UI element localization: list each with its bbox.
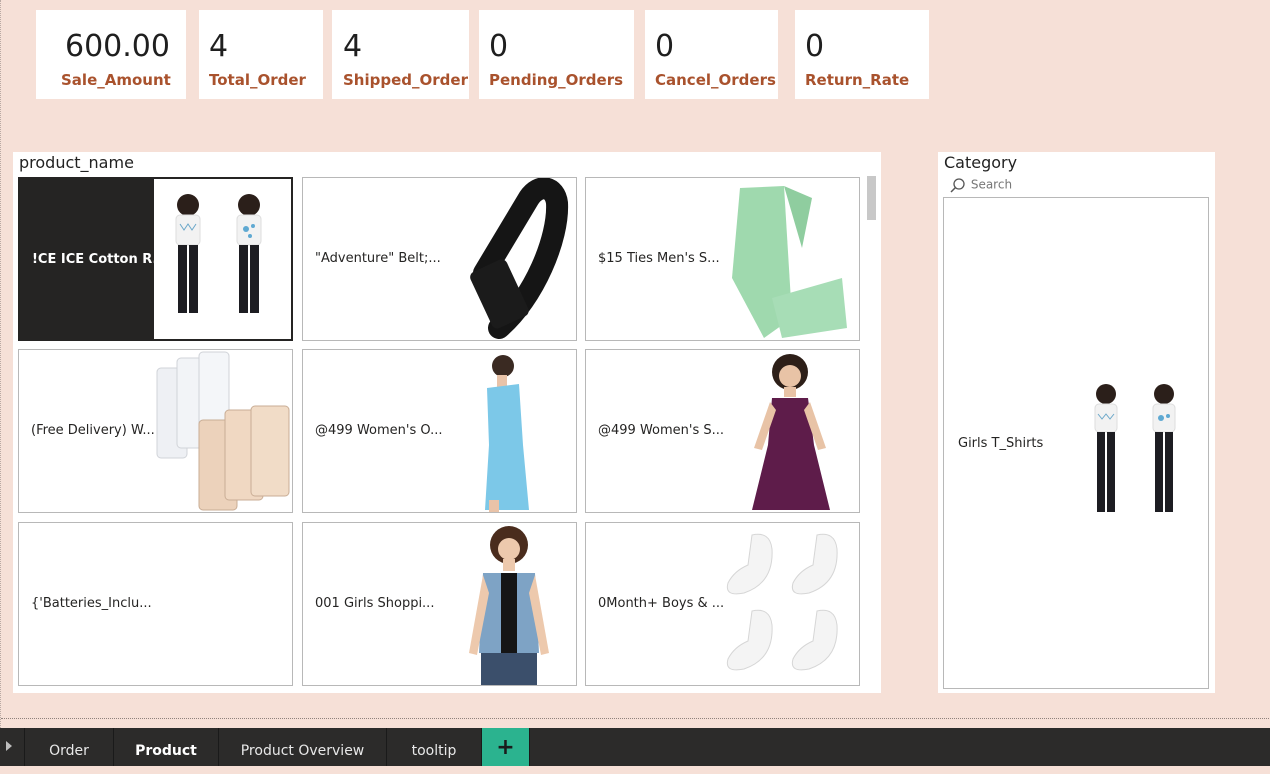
panel-title: product_name xyxy=(19,153,134,172)
product-tile-label: @499 Women's S... xyxy=(598,423,725,438)
product-tile-label: "Adventure" Belt;... xyxy=(315,251,441,266)
panel-title: Category xyxy=(944,153,1018,172)
tab-product[interactable]: Product xyxy=(114,728,219,766)
girls-tshirt-photo xyxy=(154,179,291,339)
category-search[interactable]: Search xyxy=(949,177,1012,193)
canvas-boundary xyxy=(1,718,1270,719)
kpi-card-pending-orders[interactable]: 0 Pending_Orders xyxy=(479,10,634,99)
kpi-value: 4 xyxy=(209,29,229,64)
white-socks-photo xyxy=(722,523,859,685)
report-canvas: 600.00 Sale_Amount 4 Total_Order 4 Shipp… xyxy=(0,0,1270,728)
girls-tshirt-photo xyxy=(1084,376,1194,520)
kpi-value: 0 xyxy=(489,29,509,64)
category-item[interactable]: Girls T_Shirts xyxy=(943,197,1209,689)
product-tile[interactable]: {'Batteries_Inclu... xyxy=(18,522,293,686)
kpi-label: Sale_Amount xyxy=(61,71,171,89)
product-tile-label: (Free Delivery) W... xyxy=(31,423,155,438)
kpi-label: Pending_Orders xyxy=(489,71,624,89)
kpi-card-total-order[interactable]: 4 Total_Order xyxy=(199,10,323,99)
kpi-card-return-rate[interactable]: 0 Return_Rate xyxy=(795,10,929,99)
bra-extender-hooks-photo xyxy=(155,350,292,512)
kpi-label: Total_Order xyxy=(209,71,306,89)
search-icon xyxy=(949,178,971,193)
chevron-right-icon xyxy=(6,741,12,751)
purple-dress-photo xyxy=(722,350,859,512)
kpi-card-cancel-orders[interactable]: 0 Cancel_Orders xyxy=(645,10,778,99)
product-tile-label: 0Month+ Boys & ... xyxy=(598,596,725,611)
category-item-label: Girls T_Shirts xyxy=(958,436,1044,451)
kpi-value: 0 xyxy=(655,29,675,64)
blue-dress-photo xyxy=(439,350,576,512)
product-tile[interactable]: 001 Girls Shoppi... xyxy=(302,522,577,686)
kpi-label: Return_Rate xyxy=(805,71,910,89)
kpi-label: Cancel_Orders xyxy=(655,71,776,89)
product-tile[interactable]: @499 Women's O... xyxy=(302,349,577,513)
product-tile-label: $15 Ties Men's S... xyxy=(598,251,720,266)
kpi-card-sale-amount[interactable]: 600.00 Sale_Amount xyxy=(36,10,186,99)
product-tile-label: !CE ICE Cotton R... xyxy=(32,252,168,267)
kpi-value: 600.00 xyxy=(65,29,170,64)
product-tile[interactable]: @499 Women's S... xyxy=(585,349,860,513)
denim-vest-photo xyxy=(439,523,576,685)
page-tab-bar: Order Product Product Overview tooltip + xyxy=(0,728,1270,766)
kpi-value: 4 xyxy=(343,29,363,64)
product-tile[interactable]: (Free Delivery) W... xyxy=(18,349,293,513)
product-slicer-scrollbar[interactable] xyxy=(867,176,876,220)
mint-tie-photo xyxy=(722,178,859,340)
add-page-button[interactable]: + xyxy=(482,728,530,766)
product-tile[interactable]: $15 Ties Men's S... xyxy=(585,177,860,341)
search-placeholder: Search xyxy=(970,177,1013,192)
product-tile[interactable]: !CE ICE Cotton R... xyxy=(18,177,293,341)
black-belt-photo xyxy=(439,178,576,340)
tab-tooltip[interactable]: tooltip xyxy=(387,728,482,766)
kpi-card-shipped-order[interactable]: 4 Shipped_Order xyxy=(332,10,469,99)
product-tile-label: @499 Women's O... xyxy=(315,423,443,438)
scroll-tabs-button[interactable] xyxy=(0,728,25,766)
product-tile[interactable]: "Adventure" Belt;... xyxy=(302,177,577,341)
tab-order[interactable]: Order xyxy=(25,728,114,766)
kpi-label: Shipped_Order xyxy=(343,71,468,89)
product-tile-label: {'Batteries_Inclu... xyxy=(31,596,152,611)
tab-product-overview[interactable]: Product Overview xyxy=(219,728,387,766)
product-tile[interactable]: 0Month+ Boys & ... xyxy=(585,522,860,686)
kpi-value: 0 xyxy=(805,29,825,64)
product-tile-label: 001 Girls Shoppi... xyxy=(315,596,435,611)
